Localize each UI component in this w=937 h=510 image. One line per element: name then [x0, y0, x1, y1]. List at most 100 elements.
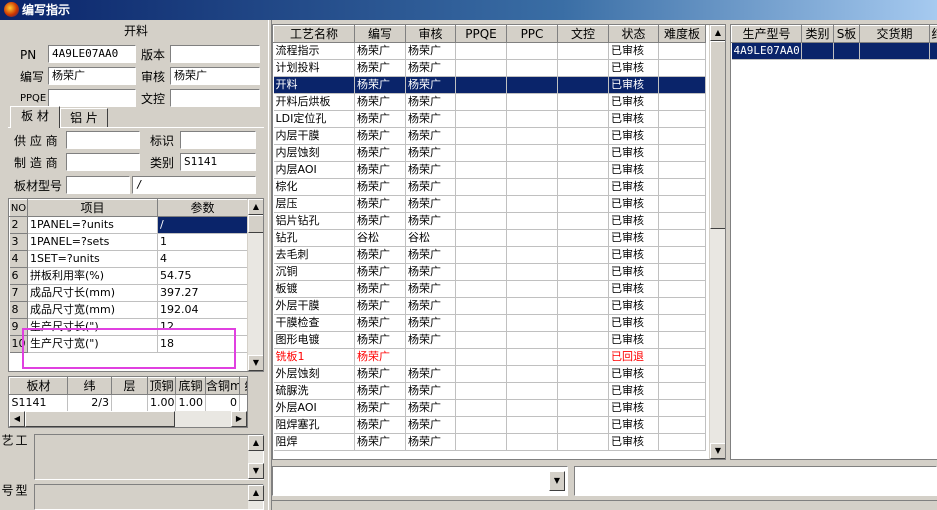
process-row[interactable]: 铝片钻孔 杨荣广 杨荣广 已审核	[273, 212, 706, 230]
process-ppqe	[455, 76, 507, 94]
material-cell[interactable]: 1.00	[147, 394, 176, 412]
material-hscroll[interactable]: ◀ ▶	[9, 411, 247, 427]
process-header[interactable]: 审核	[405, 25, 456, 43]
model-header[interactable]: 交货期	[859, 25, 930, 43]
param-row[interactable]: 7 成品尺寸长(mm) 397.27	[9, 284, 248, 302]
process-row[interactable]: 内层AOI 杨荣广 杨荣广 已审核	[273, 161, 706, 179]
model-header[interactable]: 结	[929, 25, 937, 43]
material-cell[interactable]: 1.00	[175, 394, 206, 412]
process-row[interactable]: 外层蚀刻 杨荣广 杨荣广 已审核	[273, 365, 706, 383]
param-value[interactable]: 397.27	[157, 284, 248, 302]
version-field[interactable]	[170, 45, 260, 63]
process-row[interactable]: 阻焊 杨荣广 杨荣广 已审核	[273, 433, 706, 451]
process-row[interactable]: 阻焊塞孔 杨荣广 杨荣广 已审核	[273, 416, 706, 434]
category-field[interactable]: S1141	[180, 153, 256, 171]
tab-aluminum-sheet[interactable]: 铝 片	[60, 108, 108, 128]
process-ppc	[506, 161, 558, 179]
param-scroll-thumb[interactable]	[248, 215, 263, 233]
model-header[interactable]: S板	[833, 25, 860, 43]
scroll-up-icon[interactable]: ▲	[248, 485, 264, 501]
material-cell[interactable]: 0	[205, 394, 240, 412]
material-grid[interactable]: 板材纬层顶铜底铜含铜mm结 S11412/31.001.000 ◀ ▶	[8, 376, 248, 428]
model-grid[interactable]: 生产型号类别S板交货期结 4A9LE07AA0	[730, 24, 937, 460]
material-cell[interactable]	[111, 394, 148, 412]
supplier-field[interactable]	[66, 131, 140, 149]
process-row[interactable]: 外层AOI 杨荣广 杨荣广 已审核	[273, 399, 706, 417]
scroll-left-icon[interactable]: ◀	[9, 411, 25, 427]
process-ppc	[506, 229, 558, 247]
process-row[interactable]: 板镀 杨荣广 杨荣广 已审核	[273, 280, 706, 298]
process-grid-scrollbar[interactable]: ▲ ▼	[709, 25, 725, 459]
process-row[interactable]: 图形电镀 杨荣广 杨荣广 已审核	[273, 331, 706, 349]
process-row[interactable]: 干膜检查 杨荣广 杨荣广 已审核	[273, 314, 706, 332]
scroll-down-icon[interactable]: ▼	[710, 443, 725, 459]
bottom-combo-right[interactable]	[574, 466, 937, 496]
process-header[interactable]: 文控	[557, 25, 609, 43]
bottom-combo-left[interactable]: ▼	[272, 466, 568, 496]
process-note-field[interactable]: ▲ ▼	[34, 434, 264, 480]
process-row[interactable]: 硫脲洗 杨荣广 杨荣广 已审核	[273, 382, 706, 400]
material-cell[interactable]: 2/3	[67, 394, 112, 412]
process-row[interactable]: 去毛刺 杨荣广 杨荣广 已审核	[273, 246, 706, 264]
process-row[interactable]: 外层干膜 杨荣广 杨荣广 已审核	[273, 297, 706, 315]
material-cell[interactable]	[239, 394, 247, 412]
process-header[interactable]: 编写	[354, 25, 406, 43]
scroll-down-icon[interactable]: ▼	[248, 463, 264, 479]
model-row[interactable]: 4A9LE07AA0	[731, 42, 937, 60]
param-row[interactable]: 8 成品尺寸宽(mm) 192.04	[9, 301, 248, 319]
process-header[interactable]: PPQE	[455, 25, 507, 43]
doc-control-field[interactable]	[170, 89, 260, 107]
param-value[interactable]: 1	[157, 233, 248, 251]
note-scrollbar[interactable]: ▲ ▼	[247, 435, 264, 479]
chevron-down-icon[interactable]: ▼	[549, 471, 565, 491]
type-field[interactable]: ▲	[34, 484, 264, 510]
scroll-up-icon[interactable]: ▲	[710, 25, 725, 41]
process-row[interactable]: 内层干膜 杨荣广 杨荣广 已审核	[273, 127, 706, 145]
param-row[interactable]: 3 1PANEL=?sets 1	[9, 233, 248, 251]
process-row[interactable]: LDI定位孔 杨荣广 杨荣广 已审核	[273, 110, 706, 128]
param-value[interactable]: 54.75	[157, 267, 248, 285]
scroll-right-icon[interactable]: ▶	[231, 411, 247, 427]
process-row[interactable]: 计划投料 杨荣广 杨荣广 已审核	[273, 59, 706, 77]
param-value[interactable]: 4	[157, 250, 248, 268]
window-titlebar[interactable]: 编写指示	[0, 0, 937, 20]
process-row[interactable]: 流程指示 杨荣广 杨荣广 已审核	[273, 42, 706, 60]
material-hscroll-thumb[interactable]	[25, 411, 175, 427]
board-model-field-2[interactable]: /	[132, 176, 256, 194]
process-header[interactable]: PPC	[506, 25, 558, 43]
model-header[interactable]: 生产型号	[731, 25, 802, 43]
param-row[interactable]: 2 1PANEL=?units /	[9, 216, 248, 234]
process-header[interactable]: 难度板	[658, 25, 706, 43]
param-grid-scrollbar[interactable]: ▲ ▼	[247, 199, 263, 371]
review-field[interactable]: 杨荣广	[170, 67, 260, 85]
mark-field[interactable]	[180, 131, 256, 149]
process-row[interactable]: 层压 杨荣广 杨荣广 已审核	[273, 195, 706, 213]
param-row[interactable]: 6 拼板利用率(%) 54.75	[9, 267, 248, 285]
scroll-up-icon[interactable]: ▲	[248, 199, 263, 215]
process-row[interactable]: 铣板1 杨荣广 已回退	[273, 348, 706, 366]
type-scrollbar[interactable]: ▲	[247, 485, 264, 509]
process-row[interactable]: 开料 杨荣广 杨荣广 已审核	[273, 76, 706, 94]
process-row[interactable]: 内层蚀刻 杨荣广 杨荣广 已审核	[273, 144, 706, 162]
process-row[interactable]: 沉铜 杨荣广 杨荣广 已审核	[273, 263, 706, 281]
maker-field[interactable]	[66, 153, 140, 171]
author-field[interactable]: 杨荣广	[48, 67, 136, 85]
ppqe-field[interactable]	[48, 89, 136, 107]
scroll-down-icon[interactable]: ▼	[248, 355, 263, 371]
process-scroll-thumb[interactable]	[710, 41, 725, 229]
process-header[interactable]: 工艺名称	[273, 25, 355, 43]
process-header[interactable]: 状态	[608, 25, 659, 43]
model-header[interactable]: 类别	[801, 25, 834, 43]
scroll-up-icon[interactable]: ▲	[248, 435, 264, 451]
pn-field[interactable]: 4A9LE07AA0	[48, 45, 136, 63]
board-model-field[interactable]	[66, 176, 130, 194]
param-row[interactable]: 4 1SET=?units 4	[9, 250, 248, 268]
param-value[interactable]: 192.04	[157, 301, 248, 319]
process-row[interactable]: 棕化 杨荣广 杨荣广 已审核	[273, 178, 706, 196]
tab-board-material[interactable]: 板 材	[10, 106, 60, 128]
material-cell[interactable]: S1141	[9, 394, 68, 412]
process-grid[interactable]: 工艺名称 编写 审核 PPQE PPC 文控 状态 难度板 流程指示 杨荣广 杨荣广 已审核 计划投料…	[272, 24, 726, 460]
param-value[interactable]: /	[157, 216, 248, 234]
process-row[interactable]: 开料后烘板 杨荣广 杨荣广 已审核	[273, 93, 706, 111]
process-row[interactable]: 钻孔 谷松 谷松 已审核	[273, 229, 706, 247]
